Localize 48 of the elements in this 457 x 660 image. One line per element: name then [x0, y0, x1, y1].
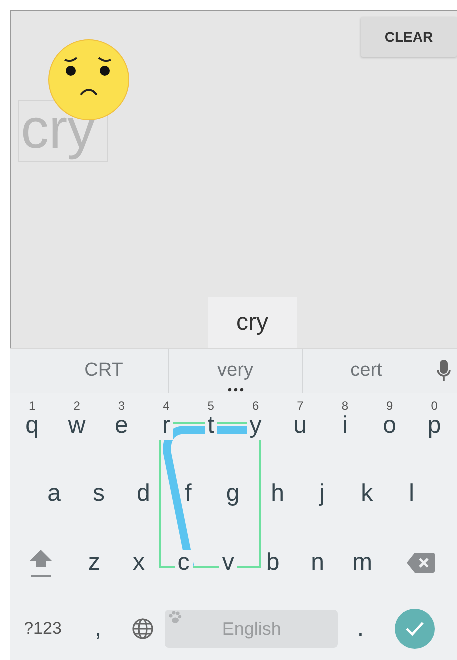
- keyboard-key[interactable]: 1 q: [10, 393, 55, 460]
- keyboard-key[interactable]: b: [250, 528, 296, 598]
- key-hint: 8: [342, 399, 348, 413]
- keyboard-key[interactable]: n: [295, 528, 340, 598]
- globe-icon: [132, 618, 154, 640]
- keyboard-key[interactable]: l: [390, 460, 434, 528]
- clear-button[interactable]: CLEAR: [361, 17, 457, 57]
- key-hint: 4: [163, 399, 170, 413]
- key-hint: 2: [74, 399, 80, 413]
- key-hint: 6: [252, 399, 260, 413]
- keyboard-key[interactable]: 3 e: [99, 393, 144, 460]
- key-hint: 9: [386, 399, 394, 413]
- check-icon: [405, 621, 426, 637]
- keyboard-key[interactable]: ,: [76, 598, 121, 660]
- keyboard-key[interactable]: k: [344, 460, 390, 528]
- keyboard-key[interactable]: a: [32, 460, 77, 528]
- paw-icon: [168, 611, 182, 624]
- keyboard-key[interactable]: g: [210, 460, 256, 528]
- keyboard-key[interactable]: f: [166, 460, 211, 528]
- microphone-icon[interactable]: [436, 360, 450, 382]
- keyboard-key[interactable]: 5 t: [188, 393, 234, 460]
- symbols-key[interactable]: ?123: [10, 598, 76, 660]
- keyboard-key[interactable]: 2 w: [54, 393, 100, 460]
- shift-icon: [28, 548, 54, 578]
- backspace-icon: [406, 553, 435, 573]
- key-hint: 5: [208, 399, 214, 413]
- keyboard-key[interactable]: 4 r: [144, 393, 189, 460]
- keyboard-key[interactable]: 7 u: [278, 393, 323, 460]
- keyboard-key[interactable]: .: [338, 598, 384, 660]
- keyboard-key[interactable]: c: [161, 528, 206, 598]
- suggestion-item[interactable]: CRT: [40, 349, 168, 393]
- key-hint: 7: [297, 399, 304, 413]
- keyboard-key[interactable]: x: [116, 528, 162, 598]
- keyboard-key[interactable]: s: [76, 460, 122, 528]
- key-hint: 1: [29, 399, 36, 413]
- keyboard-key[interactable]: v: [206, 528, 251, 598]
- key-hint: 0: [431, 399, 438, 413]
- keyboard-key[interactable]: 0 p: [412, 393, 457, 460]
- keyboard-key[interactable]: 8 i: [322, 393, 368, 460]
- keyboard-key[interactable]: 6 y: [233, 393, 278, 460]
- keyboard-key[interactable]: z: [72, 528, 117, 598]
- preview-word[interactable]: cry: [208, 297, 297, 348]
- keyboard-key[interactable]: j: [300, 460, 345, 528]
- keyboard-key[interactable]: d: [121, 460, 166, 528]
- keyboard-key[interactable]: h: [255, 460, 300, 528]
- keyboard-key[interactable]: 9 o: [368, 393, 412, 460]
- keyboard-key[interactable]: m: [340, 528, 385, 598]
- key-hint: 3: [118, 399, 126, 413]
